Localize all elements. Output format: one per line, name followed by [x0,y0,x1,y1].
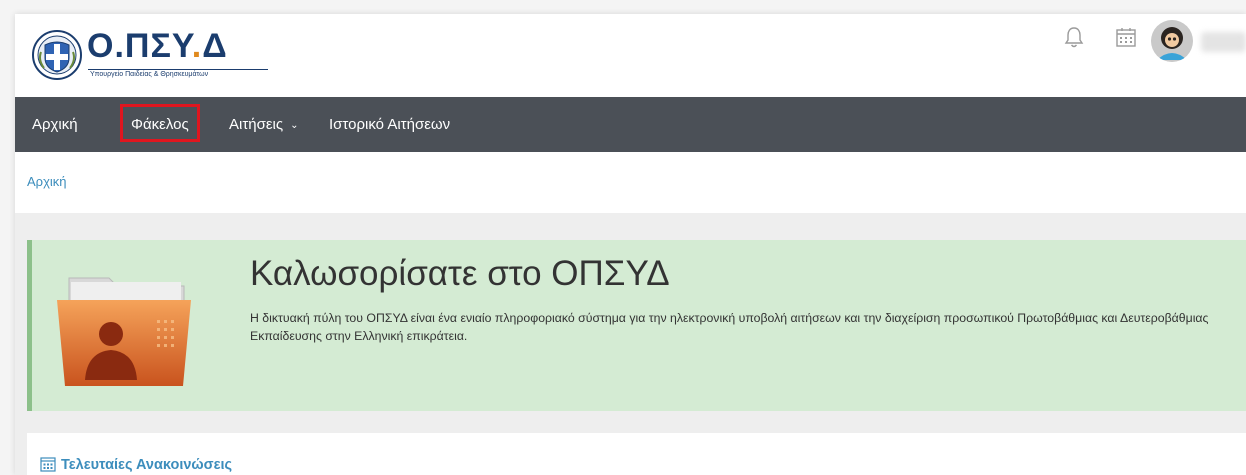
user-avatar-icon [1151,20,1193,62]
welcome-panel: Καλωσορίσατε στο ΟΠΣΥΔ Η δικτυακή πύλη τ… [27,240,1246,411]
welcome-description: Η δικτυακή πύλη του ΟΠΣΥΔ είναι ένα ενια… [250,311,1209,343]
calendar-icon [40,457,56,472]
breadcrumb-home[interactable]: Αρχική [27,174,67,189]
top-header: Ο.ΠΣΥ.Δ Υπουργείο Παιδείας & Θρησκευμάτω… [15,14,1246,97]
logo-rule [88,69,268,70]
nav-item-folder[interactable]: Φάκελος [120,104,200,142]
nav-item-applications[interactable]: Αιτήσεις ⌄ [229,97,299,152]
username-blurred[interactable] [1201,32,1246,52]
nav-item-applications-label: Αιτήσεις [229,116,284,133]
app-window: Ο.ΠΣΥ.Δ Υπουργείο Παιδείας & Θρησκευμάτω… [15,14,1246,475]
bell-icon[interactable] [1063,25,1085,49]
chevron-down-icon: ⌄ [290,119,299,131]
avatar[interactable] [1151,20,1193,62]
logo[interactable]: Ο.ΠΣΥ.Δ Υπουργείο Παιδείας & Θρησκευμάτω… [32,26,272,86]
logo-subtitle: Υπουργείο Παιδείας & Θρησκευμάτων [90,71,209,78]
nav-item-home[interactable]: Αρχική [32,97,78,152]
logo-title-dot: . [191,27,203,65]
main-navbar: Αρχική Φάκελος Αιτήσεις ⌄ Ιστορικό Αιτήσε… [15,97,1246,152]
announcements-title[interactable]: Τελευταίες Ανακοινώσεις [61,457,232,473]
calendar-icon[interactable] [1115,26,1137,48]
announcements-panel: Τελευταίες Ανακοινώσεις [27,433,1246,475]
logo-title: Ο.ΠΣΥ.Δ [87,26,228,66]
logo-title-end: Δ [202,27,228,65]
user-folder-icon [57,277,191,386]
logo-title-main: Ο.ΠΣΥ [87,27,192,65]
nav-item-application-history[interactable]: Ιστορικό Αιτήσεων [329,97,450,152]
welcome-title: Καλωσορίσατε στο ΟΠΣΥΔ [250,254,670,293]
greek-seal-icon [32,30,82,80]
breadcrumb: Αρχική [15,152,1246,213]
